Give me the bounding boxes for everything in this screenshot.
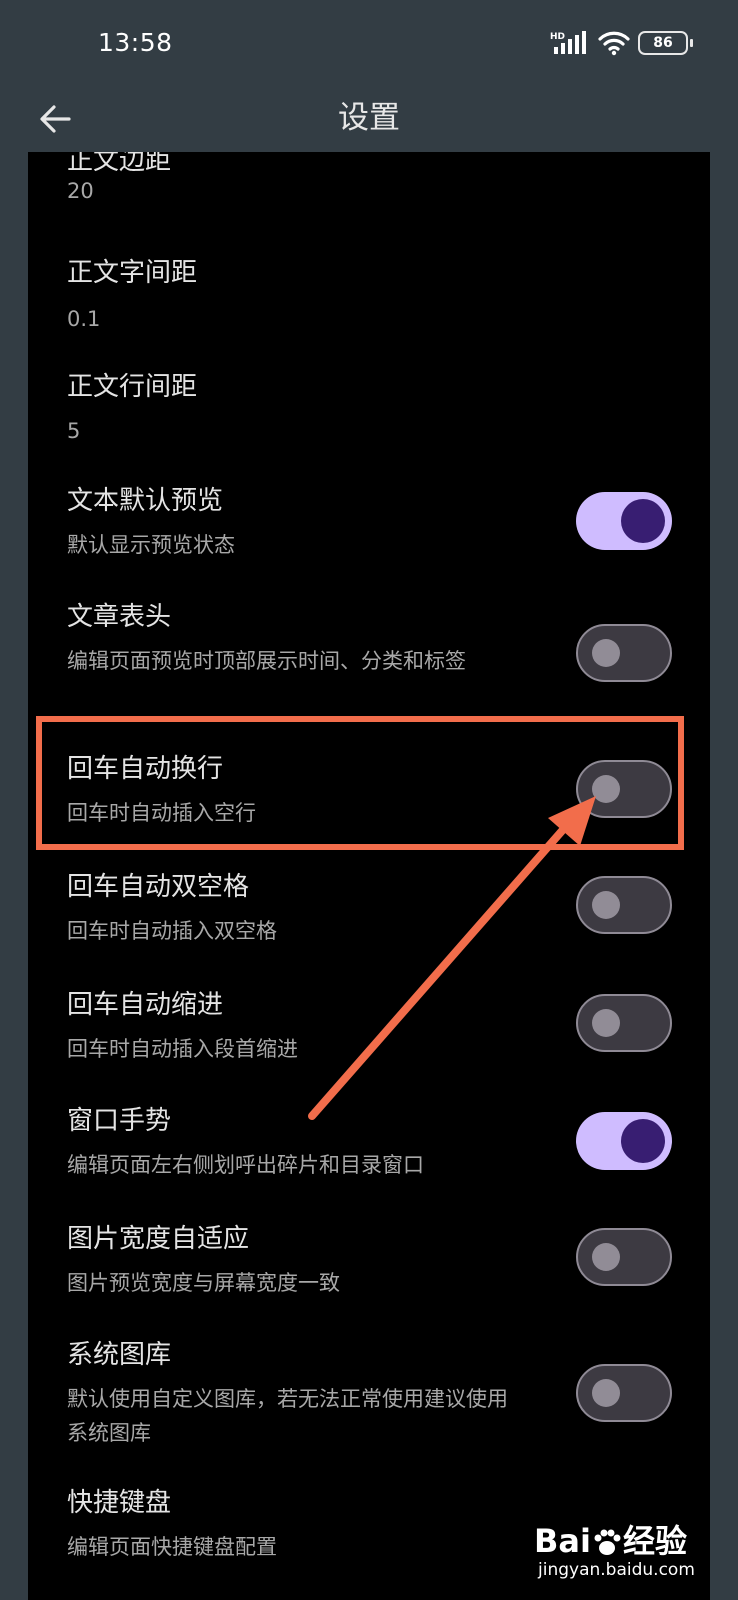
setting-title: 正文行间距 <box>67 372 198 402</box>
setting-subtitle: 默认显示预览状态 <box>67 533 235 557</box>
setting-subtitle: 编辑页面左右侧划呼出碎片和目录窗口 <box>67 1153 424 1177</box>
paw-icon <box>594 1529 621 1555</box>
annotation-highlight-box <box>36 716 684 850</box>
setting-title: 正文字间距 <box>67 258 198 288</box>
default-preview-toggle[interactable] <box>576 492 672 550</box>
watermark-logo: Bai 经验 <box>534 1516 687 1562</box>
enter-auto-indent-toggle[interactable] <box>576 994 672 1052</box>
setting-letter-spacing[interactable]: 正文字间距 0.1 <box>28 252 710 352</box>
setting-title: 文本默认预览 <box>67 486 224 516</box>
setting-body-margin[interactable]: 正文边距 20 <box>28 152 710 232</box>
baidu-watermark: Bai 经验 jingyan.baidu.com <box>534 1516 695 1596</box>
setting-title: 快捷键盘 <box>67 1488 172 1518</box>
setting-title: 系统图库 <box>67 1340 172 1370</box>
setting-image-width-adaptive[interactable]: 图片宽度自适应 图片预览宽度与屏幕宽度一致 <box>28 1218 710 1322</box>
setting-subtitle: 图片预览宽度与屏幕宽度一致 <box>67 1271 340 1295</box>
setting-subtitle: 回车时自动插入段首缩进 <box>67 1037 298 1061</box>
setting-title: 回车自动缩进 <box>67 990 224 1020</box>
setting-enter-double-space[interactable]: 回车自动双空格 回车时自动插入双空格 <box>28 866 710 970</box>
setting-line-spacing[interactable]: 正文行间距 5 <box>28 366 710 466</box>
page-title: 设置 <box>338 100 400 136</box>
setting-enter-auto-indent[interactable]: 回车自动缩进 回车时自动插入段首缩进 <box>28 984 710 1088</box>
system-gallery-toggle[interactable] <box>576 1364 672 1422</box>
toggle-knob <box>621 1119 665 1163</box>
setting-subtitle: 回车时自动插入双空格 <box>67 919 277 943</box>
setting-subtitle: 默认使用自定义图库，若无法正常使用建议使用系统图库 <box>67 1387 508 1445</box>
enter-double-space-toggle[interactable] <box>576 876 672 934</box>
image-width-adaptive-toggle[interactable] <box>576 1228 672 1286</box>
back-button[interactable] <box>30 94 80 144</box>
setting-system-gallery[interactable]: 系统图库 默认使用自定义图库，若无法正常使用建议使用系统图库 <box>28 1334 710 1458</box>
battery-level: 86 <box>653 35 673 51</box>
setting-article-header[interactable]: 文章表头 编辑页面预览时顶部展示时间、分类和标签 <box>28 596 710 720</box>
toggle-knob <box>592 891 620 919</box>
arrow-left-icon <box>40 105 71 133</box>
network-label: HD <box>550 32 565 42</box>
signal-icon: HD <box>550 31 586 54</box>
setting-subtitle: 编辑页面预览时顶部展示时间、分类和标签 <box>67 649 466 673</box>
battery-icon: 86 <box>638 31 693 55</box>
toggle-knob <box>592 639 620 667</box>
setting-title: 文章表头 <box>67 602 172 632</box>
setting-window-gesture[interactable]: 窗口手势 编辑页面左右侧划呼出碎片和目录窗口 <box>28 1100 710 1204</box>
status-time: 13:58 <box>98 28 173 57</box>
setting-title: 回车自动双空格 <box>67 872 250 902</box>
settings-list[interactable]: 正文边距 20 正文字间距 0.1 正文行间距 5 文本默认预览 默认显示预览状… <box>28 152 710 1600</box>
status-icons: HD 86 <box>550 30 693 56</box>
setting-subtitle: 编辑页面快捷键盘配置 <box>67 1535 277 1559</box>
toggle-knob <box>592 1243 620 1271</box>
window-gesture-toggle[interactable] <box>576 1112 672 1170</box>
setting-value: 5 <box>67 419 81 443</box>
toggle-knob <box>592 1379 620 1407</box>
toggle-knob <box>592 1009 620 1037</box>
setting-title: 窗口手势 <box>67 1106 172 1136</box>
wifi-icon <box>598 31 630 56</box>
watermark-logo-right: 经验 <box>622 1522 687 1560</box>
setting-value: 20 <box>67 179 94 203</box>
setting-title: 图片宽度自适应 <box>67 1224 250 1254</box>
article-header-toggle[interactable] <box>576 624 672 682</box>
watermark-logo-left: Bai <box>534 1522 591 1560</box>
toggle-knob <box>621 499 665 543</box>
status-bar: 13:58 HD 86 <box>0 0 738 88</box>
setting-default-preview[interactable]: 文本默认预览 默认显示预览状态 <box>28 480 710 584</box>
setting-value: 0.1 <box>67 307 101 331</box>
app-bar: 设置 <box>0 88 738 152</box>
watermark-url: jingyan.baidu.com <box>538 1560 695 1580</box>
